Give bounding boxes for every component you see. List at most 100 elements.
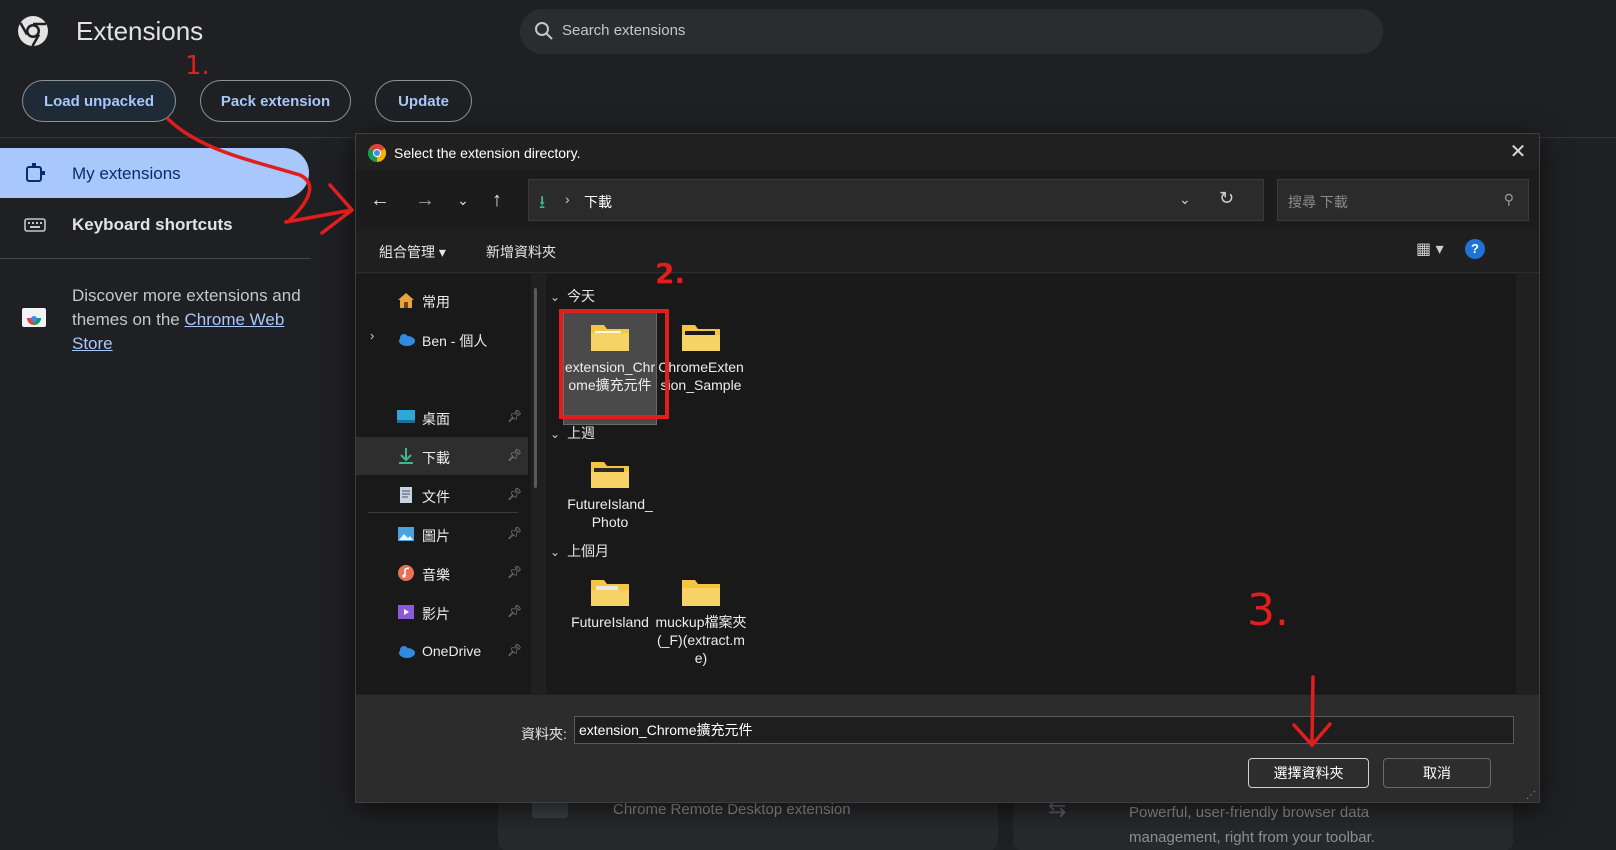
sidebar-item-keyboard-shortcuts[interactable]: Keyboard shortcuts [0,202,309,248]
help-icon[interactable]: ? [1465,239,1485,259]
nav-item-label: OneDrive [422,643,482,659]
search-icon: ⚲ [1503,191,1514,207]
group-header-label: 上個月 [567,543,610,559]
nav-item-downloads[interactable]: 下載 📌︎ [356,437,528,475]
chevron-down-icon: ⌄ [550,545,561,559]
folder-name: FutureIsland [571,614,649,630]
folder-name: FutureIsland_Photo [567,496,653,530]
folder-icon [682,325,720,351]
close-icon[interactable]: ✕ [1504,138,1532,166]
organize-menu[interactable]: 組合管理 ▾ [379,242,446,262]
chrome-icon [368,144,386,162]
nav-item-label: 音樂 [422,567,450,583]
folder-icon [591,462,629,488]
dialog-navigation-bar: ← → ⌄ ↑ ⭳ › 下載 ⌄ ↻ 搜尋 下載 ⚲ [356,170,1539,230]
nav-item-documents[interactable]: 文件 📌︎ [356,476,528,514]
folder-icon [591,580,629,606]
puzzle-icon [26,163,45,182]
sidebar-divider [0,258,311,259]
keyboard-icon [24,218,46,232]
cloud-icon [399,334,415,346]
annotation-highlight-box [559,309,669,419]
download-icon [399,448,413,464]
folder-field-label: 資料夾: [521,726,567,742]
breadcrumb-location[interactable]: 下載 [584,192,612,212]
nav-item-label: 下載 [422,450,450,466]
folder-search-input[interactable]: 搜尋 下載 ⚲ [1277,179,1529,221]
address-bar[interactable]: ⭳ › 下載 ⌄ ↻ [528,179,1264,221]
nav-item-label: 文件 [422,489,450,505]
web-store-promo: Discover more extensions and themes on t… [72,284,302,356]
pin-icon[interactable]: 📌︎ [507,409,522,423]
new-folder-button[interactable]: 新增資料夾 [486,242,556,262]
select-folder-button[interactable]: 選擇資料夾 [1248,758,1369,788]
nav-item-label: 圖片 [422,528,450,544]
pin-icon[interactable]: 📌︎ [507,487,522,501]
group-header-today[interactable]: ⌄ 今天 [550,286,595,306]
refresh-icon[interactable]: ↻ [1219,188,1234,209]
folder-search-placeholder: 搜尋 下載 [1288,194,1348,210]
download-icon: ⭳ [539,192,546,212]
music-icon [398,565,414,581]
nav-item-videos[interactable]: 影片 📌︎ [356,593,528,631]
folder-name: muckup檔案夾(_F)(extract.me) [655,614,747,666]
nav-item-label: Ben - 個人 [422,333,488,349]
load-unpacked-button[interactable]: Load unpacked [22,80,176,122]
nav-item-pictures[interactable]: 圖片 📌︎ [356,515,528,553]
extension-description: Chrome Remote Desktop extension [613,801,851,818]
select-folder-dialog: Select the extension directory. ✕ ← → ⌄ … [355,133,1540,803]
up-arrow-icon[interactable]: ↑ [485,188,509,212]
dialog-titlebar: Select the extension directory. ✕ [356,134,1539,170]
resize-grip-icon[interactable]: ⋰ [1526,790,1536,801]
folder-name-input[interactable] [574,716,1514,744]
pack-extension-button[interactable]: Pack extension [200,80,351,122]
view-options-icon[interactable]: ▦ ▾ [1416,239,1444,259]
search-extensions-input[interactable]: Search extensions [520,9,1383,54]
nav-pane-scrollbar[interactable] [534,288,537,488]
video-icon [398,605,414,619]
pin-icon[interactable]: 📌︎ [507,604,522,618]
group-header-label: 今天 [567,288,596,304]
pictures-icon [398,527,414,541]
group-header-last-week[interactable]: ⌄ 上週 [550,423,595,443]
pin-icon[interactable]: 📌︎ [507,448,522,462]
group-header-last-month[interactable]: ⌄ 上個月 [550,541,609,561]
nav-item-desktop[interactable]: 桌面 📌︎ [356,398,528,436]
search-placeholder: Search extensions [562,22,686,39]
nav-item-personal-cloud[interactable]: Ben - 個人 [356,320,528,358]
chevron-down-icon[interactable]: ⌄ [1179,191,1191,208]
page-title: Extensions [76,16,204,46]
desktop-icon [397,410,415,423]
update-button[interactable]: Update [375,80,472,122]
extension-description: Powerful, user-friendly browser data man… [1129,804,1375,846]
sidebar-item-label: My extensions [72,164,181,183]
nav-item-music[interactable]: 音樂 📌︎ [356,554,528,592]
folder-icon [682,580,720,606]
cancel-button[interactable]: 取消 [1383,758,1491,788]
folder-item[interactable]: muckup檔案夾(_F)(extract.me) [655,567,747,685]
nav-item-onedrive[interactable]: OneDrive 📌︎ [356,632,528,670]
pin-icon[interactable]: 📌︎ [507,526,522,540]
dialog-footer: 資料夾: 選擇資料夾 取消 ⋰ [356,695,1539,802]
search-icon [535,22,553,40]
extensions-header: Extensions Search extensions Load unpack… [0,0,1616,138]
back-arrow-icon[interactable]: ← [368,188,392,212]
recent-locations-chevron-icon[interactable]: ⌄ [451,188,475,212]
navigation-pane: › 常用 Ben - 個人 桌面 📌︎ 下載 📌︎ 文件 📌︎ 圖片 📌︎ 音樂… [356,274,531,694]
group-header-label: 上週 [567,425,596,441]
pin-icon[interactable]: 📌︎ [507,565,522,579]
chrome-logo-icon [18,16,48,47]
folder-item[interactable]: FutureIsland [564,567,656,679]
pin-icon[interactable]: 📌︎ [507,643,522,657]
nav-item-label: 影片 [422,606,450,622]
nav-item-label: 桌面 [422,411,450,427]
sidebar-item-my-extensions[interactable]: My extensions [0,148,309,198]
document-icon [400,487,412,503]
forward-arrow-icon[interactable]: → [413,188,437,212]
nav-item-home[interactable]: 常用 [356,281,528,319]
dialog-toolbar: 組合管理 ▾ 新增資料夾 ▦ ▾ ? [356,230,1539,273]
home-icon [398,293,414,308]
breadcrumb-separator-icon: › [565,191,570,207]
onedrive-icon [399,646,415,658]
chevron-down-icon: ⌄ [550,427,561,441]
